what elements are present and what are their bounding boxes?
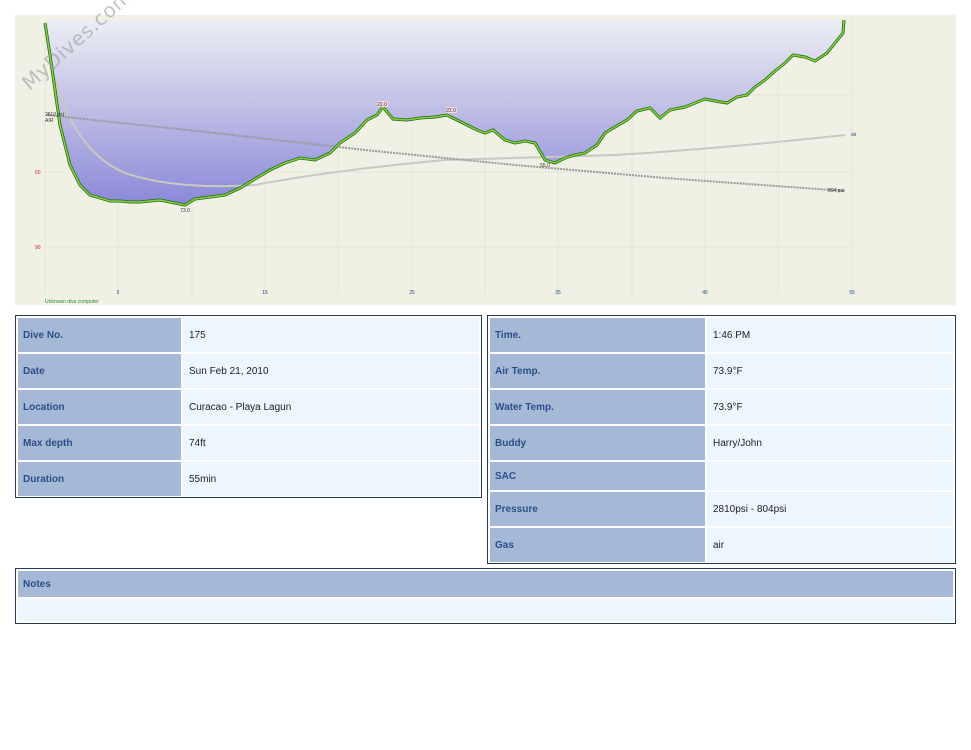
- sac-label: SAC: [490, 462, 705, 490]
- water-temp-value: 73.9°F: [707, 390, 953, 424]
- notes-value: [18, 599, 953, 621]
- gas-label: AIR: [45, 118, 54, 124]
- max-depth-value: 74ft: [183, 426, 479, 460]
- dive-details-table: Time. 1:46 PM Air Temp. 73.9°F Water Tem…: [487, 315, 956, 564]
- dive-profile-chart: 5 15 25 35 45 55 60 90 73.0 55.0 22.0 22…: [15, 0, 956, 305]
- y-tick-label: 60: [35, 170, 41, 176]
- depth-label: 22.0: [377, 102, 387, 108]
- max-depth-label: Max depth: [18, 426, 181, 460]
- gas-label: Gas: [490, 528, 705, 562]
- buddy-label: Buddy: [490, 426, 705, 460]
- date-label: Date: [18, 354, 181, 388]
- table-row: Pressure 2810psi - 804psi: [490, 492, 953, 526]
- dive-number-label: Dive No.: [18, 318, 181, 352]
- table-row: Date Sun Feb 21, 2010: [18, 354, 479, 388]
- dive-number-value: 175: [183, 318, 479, 352]
- table-row: SAC: [490, 462, 953, 490]
- depth-area: [45, 20, 844, 205]
- table-row: Time. 1:46 PM: [490, 318, 953, 352]
- dive-info-table: Dive No. 175 Date Sun Feb 21, 2010 Locat…: [15, 315, 482, 498]
- x-tick-label: 35: [555, 290, 561, 296]
- x-tick-label: 5: [117, 290, 120, 296]
- water-temp-label: Water Temp.: [490, 390, 705, 424]
- table-row: Water Temp. 73.9°F: [490, 390, 953, 424]
- dive-profile-svg: 5 15 25 35 45 55 60 90 73.0 55.0 22.0 22…: [35, 19, 857, 305]
- depth-label: 55.0: [540, 163, 550, 169]
- depth-label: 22.0: [446, 108, 456, 114]
- y-tick-label: 90: [35, 245, 41, 251]
- air-temp-value: 73.9°F: [707, 354, 953, 388]
- table-row: Air Temp. 73.9°F: [490, 354, 953, 388]
- location-label: Location: [18, 390, 181, 424]
- max-depth-label: 73.0: [180, 208, 190, 214]
- dive-computer-label: Unknown dive computer: [45, 299, 99, 305]
- table-row: Buddy Harry/John: [490, 426, 953, 460]
- notes-section: Notes: [15, 568, 956, 624]
- duration-label: Duration: [18, 462, 181, 496]
- x-tick-label: 25: [409, 290, 415, 296]
- date-value: Sun Feb 21, 2010: [183, 354, 479, 388]
- duration-value: 55min: [183, 462, 479, 496]
- pressure-end-label: 804 psi: [828, 188, 844, 194]
- table-row: Max depth 74ft: [18, 426, 479, 460]
- air-temp-label: Air Temp.: [490, 354, 705, 388]
- table-row: Gas air: [490, 528, 953, 562]
- x-tick-label: 55: [849, 290, 855, 296]
- table-row: Duration 55min: [18, 462, 479, 496]
- time-label: Time.: [490, 318, 705, 352]
- pressure-value: 2810psi - 804psi: [707, 492, 953, 526]
- location-value: Curacao - Playa Lagun: [183, 390, 479, 424]
- pressure-label: Pressure: [490, 492, 705, 526]
- notes-label: Notes: [18, 571, 953, 597]
- series-label: air: [851, 132, 857, 138]
- x-tick-label: 15: [262, 290, 268, 296]
- table-row: Location Curacao - Playa Lagun: [18, 390, 479, 424]
- buddy-value: Harry/John: [707, 426, 953, 460]
- time-value: 1:46 PM: [707, 318, 953, 352]
- x-tick-label: 45: [702, 290, 708, 296]
- sac-value: [707, 462, 953, 490]
- table-row: Dive No. 175: [18, 318, 479, 352]
- gas-value: air: [707, 528, 953, 562]
